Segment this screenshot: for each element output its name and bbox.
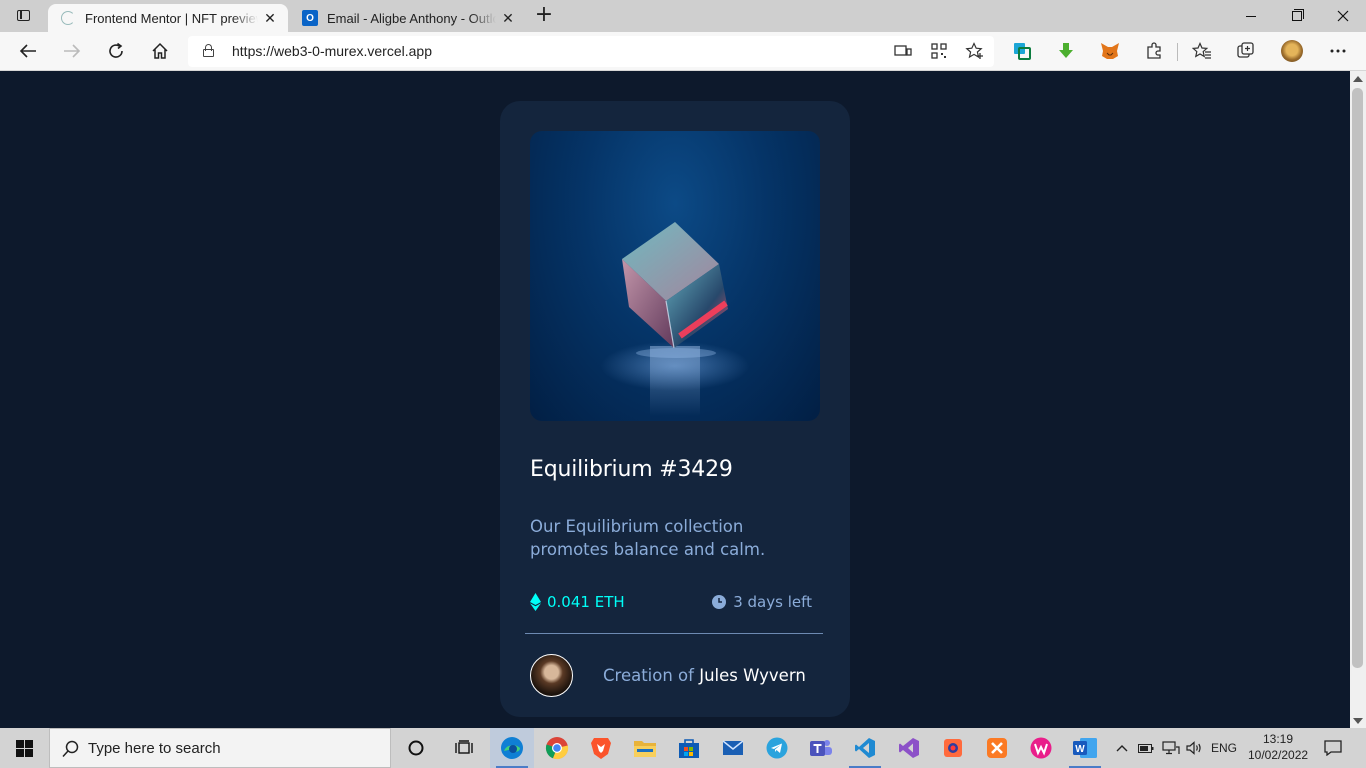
task-view-icon[interactable] xyxy=(442,728,486,768)
windows-taskbar: Type here to search W ENG 13:19 10/02/20… xyxy=(0,728,1366,768)
qr-code-icon[interactable] xyxy=(928,41,950,61)
frontend-mentor-favicon-icon xyxy=(60,10,76,26)
restore-button[interactable] xyxy=(1274,0,1320,32)
tab-frontend-mentor[interactable]: Frontend Mentor | NFT preview c ✕ xyxy=(48,4,288,32)
notifications-icon[interactable] xyxy=(1318,728,1348,768)
creator-name-link[interactable]: Jules Wyvern xyxy=(699,666,806,685)
toolbar-separator xyxy=(1177,43,1178,61)
scroll-thumb[interactable] xyxy=(1352,88,1363,668)
mail-taskbar-icon[interactable] xyxy=(711,728,755,768)
search-icon xyxy=(62,740,79,758)
chrome-taskbar-icon[interactable] xyxy=(535,728,579,768)
nft-description: Our Equilibrium collection promotes bala… xyxy=(530,517,766,559)
address-bar[interactable]: https://web3-0-murex.vercel.app xyxy=(188,36,994,67)
svg-text:W: W xyxy=(1075,744,1085,755)
nft-equilibrium-image[interactable] xyxy=(530,131,820,421)
edge-taskbar-icon[interactable] xyxy=(490,728,534,768)
close-tab-icon[interactable]: ✕ xyxy=(258,10,282,27)
tab-outlook-email[interactable]: O Email - Aligbe Anthony - Outlook ✕ xyxy=(290,4,526,32)
tab-title: Frontend Mentor | NFT preview c xyxy=(85,10,258,26)
vscode-taskbar-icon[interactable] xyxy=(843,728,887,768)
nft-preview-card: Equilibrium #3429 Our Equilibrium collec… xyxy=(500,101,850,717)
tab-actions-icon[interactable] xyxy=(10,7,38,25)
close-tab-icon[interactable]: ✕ xyxy=(496,10,520,27)
price-value: 0.041 ETH xyxy=(547,593,625,611)
profile-avatar-icon[interactable] xyxy=(1278,38,1306,64)
system-clock[interactable]: 13:19 10/02/2022 xyxy=(1248,731,1308,763)
creator-prefix: Creation of xyxy=(603,666,694,685)
creator-credit: Creation of Jules Wyvern xyxy=(603,666,806,685)
battery-icon[interactable] xyxy=(1136,728,1156,768)
scroll-up-icon[interactable] xyxy=(1353,76,1363,82)
page-viewport: Equilibrium #3429 Our Equilibrium collec… xyxy=(0,71,1350,728)
page-scrollbar[interactable] xyxy=(1350,71,1366,728)
telegram-taskbar-icon[interactable] xyxy=(755,728,799,768)
ethereum-icon xyxy=(530,593,541,611)
collections-icon[interactable] xyxy=(1232,38,1260,64)
collections-extension-icon[interactable] xyxy=(1008,38,1036,64)
tab-title: Email - Aligbe Anthony - Outlook xyxy=(327,10,496,26)
metamask-extension-icon[interactable] xyxy=(1096,38,1124,64)
taskbar-search-box[interactable]: Type here to search xyxy=(49,728,391,768)
word-taskbar-icon[interactable]: W xyxy=(1063,728,1107,768)
more-menu-icon[interactable] xyxy=(1324,38,1352,64)
add-favorite-icon[interactable] xyxy=(964,41,986,61)
input-language-indicator[interactable]: ENG xyxy=(1208,728,1240,768)
nft-title[interactable]: Equilibrium #3429 xyxy=(530,457,733,482)
recording-app-taskbar-icon[interactable] xyxy=(931,728,975,768)
microsoft-store-taskbar-icon[interactable] xyxy=(667,728,711,768)
teams-taskbar-icon[interactable] xyxy=(799,728,843,768)
search-placeholder: Type here to search xyxy=(88,740,221,757)
cortana-icon[interactable] xyxy=(394,728,438,768)
outlook-favicon-icon: O xyxy=(302,10,318,26)
favorites-icon[interactable] xyxy=(1188,38,1216,64)
nft-time-left: 3 days left xyxy=(712,593,812,611)
file-explorer-taskbar-icon[interactable] xyxy=(623,728,667,768)
xampp-taskbar-icon[interactable] xyxy=(975,728,1019,768)
start-button[interactable] xyxy=(0,728,48,768)
download-extension-icon[interactable] xyxy=(1052,38,1080,64)
visual-studio-taskbar-icon[interactable] xyxy=(887,728,931,768)
brave-taskbar-icon[interactable] xyxy=(579,728,623,768)
scroll-down-icon[interactable] xyxy=(1353,718,1363,724)
refresh-icon[interactable] xyxy=(102,38,130,64)
windows-logo-icon xyxy=(15,739,33,757)
minimize-button[interactable] xyxy=(1228,0,1274,32)
extensions-puzzle-icon[interactable] xyxy=(1140,38,1168,64)
volume-icon[interactable] xyxy=(1184,728,1206,768)
show-hidden-icons-chevron-icon[interactable] xyxy=(1112,728,1132,768)
back-icon[interactable] xyxy=(14,38,42,64)
creator-avatar xyxy=(530,654,573,697)
url-text[interactable]: https://web3-0-murex.vercel.app xyxy=(232,43,432,59)
card-divider xyxy=(525,633,823,634)
lock-icon[interactable] xyxy=(203,44,214,58)
close-window-button[interactable] xyxy=(1320,0,1366,32)
tab-strip: Frontend Mentor | NFT preview c ✕ O Emai… xyxy=(0,0,1366,32)
wamp-taskbar-icon[interactable] xyxy=(1019,728,1063,768)
network-icon[interactable] xyxy=(1160,728,1182,768)
time-left-value: 3 days left xyxy=(733,593,812,611)
clock-time: 13:19 xyxy=(1262,732,1294,746)
clock-icon xyxy=(712,595,727,609)
nft-price: 0.041 ETH xyxy=(530,593,625,611)
home-icon[interactable] xyxy=(146,38,174,64)
browser-toolbar: https://web3-0-murex.vercel.app xyxy=(0,32,1366,71)
new-tab-icon[interactable]: + xyxy=(534,4,554,28)
forward-icon xyxy=(58,38,86,64)
clock-date: 10/02/2022 xyxy=(1248,748,1309,762)
app-available-icon[interactable] xyxy=(892,41,914,61)
